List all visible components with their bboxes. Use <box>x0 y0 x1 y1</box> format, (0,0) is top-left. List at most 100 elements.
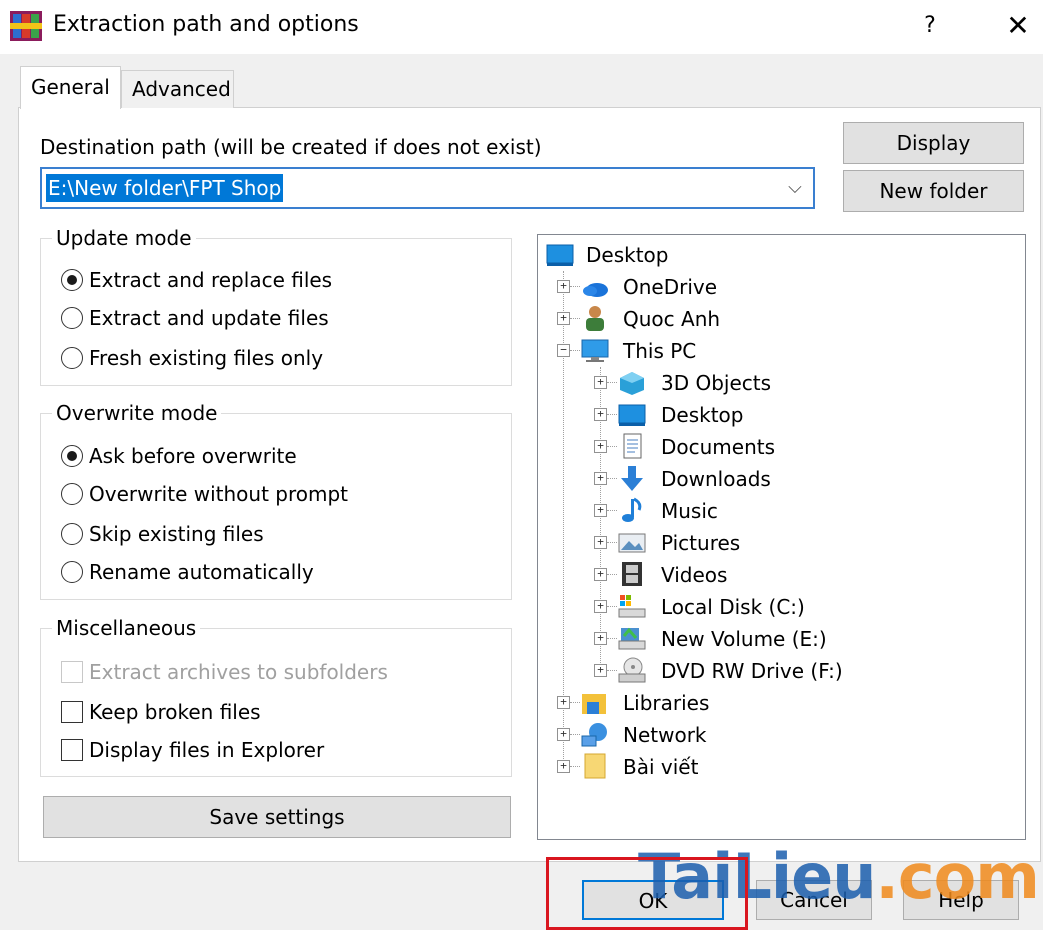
radio-button-icon[interactable] <box>61 346 83 369</box>
tree-item-label: Documents <box>661 435 776 459</box>
network-icon <box>581 723 607 747</box>
radio-button-icon[interactable] <box>61 522 83 545</box>
radio-label: Extract and update files <box>89 306 329 330</box>
radio-overwrite-without-prompt[interactable]: Overwrite without prompt <box>61 479 348 509</box>
expand-icon[interactable]: + <box>594 408 607 421</box>
destination-path-label: Destination path (will be created if doe… <box>40 135 542 159</box>
save-settings-button[interactable]: Save settings <box>43 796 511 838</box>
expand-icon[interactable]: + <box>557 760 570 773</box>
radio-extract-update[interactable]: Extract and update files <box>61 303 329 333</box>
tree-item-documents[interactable]: + Documents <box>594 432 894 462</box>
desktop-icon <box>546 244 574 266</box>
tree-item-label: Desktop <box>661 403 744 427</box>
tree-item-local-disk-c[interactable]: + Local Disk (C:) <box>594 592 914 622</box>
checkbox-display-in-explorer[interactable]: Display files in Explorer <box>61 735 324 765</box>
checkbox-extract-subfolders: Extract archives to subfolders <box>61 657 388 687</box>
download-icon <box>621 466 643 491</box>
tab-general[interactable]: General <box>20 66 121 109</box>
tree-item-label: New Volume (E:) <box>661 627 827 651</box>
tree-item-label: Videos <box>661 563 728 587</box>
tree-item-label: This PC <box>623 339 697 363</box>
expand-icon[interactable]: + <box>594 504 607 517</box>
expand-icon[interactable]: + <box>594 440 607 453</box>
radio-button-icon[interactable] <box>61 306 83 329</box>
expand-icon[interactable]: + <box>594 568 607 581</box>
radio-fresh-existing[interactable]: Fresh existing files only <box>61 343 323 373</box>
radio-ask-before-overwrite[interactable]: Ask before overwrite <box>61 441 297 471</box>
overwrite-mode-title: Overwrite mode <box>52 401 222 425</box>
checkbox-icon[interactable] <box>61 700 83 723</box>
expand-icon[interactable]: + <box>594 664 607 677</box>
expand-icon[interactable]: + <box>557 280 570 293</box>
cloud-icon <box>583 283 608 297</box>
close-button[interactable]: ✕ <box>1000 8 1036 44</box>
winrar-app-icon <box>10 11 42 41</box>
destination-path-combobox[interactable]: E:\New folder\FPT Shop ⌵ <box>40 167 815 209</box>
tree-item-onedrive[interactable]: + OneDrive <box>557 272 857 302</box>
radio-button-icon[interactable] <box>61 444 83 467</box>
cube-icon <box>620 372 644 395</box>
expand-icon[interactable]: + <box>594 600 607 613</box>
expand-icon[interactable]: + <box>594 472 607 485</box>
checkbox-label: Display files in Explorer <box>89 738 325 762</box>
radio-skip-existing[interactable]: Skip existing files <box>61 519 264 549</box>
document-icon <box>623 433 642 459</box>
desktop-icon <box>618 404 646 426</box>
expand-icon[interactable]: + <box>594 376 607 389</box>
radio-button-icon[interactable] <box>61 482 83 505</box>
radio-button-icon[interactable] <box>61 560 83 583</box>
checkbox-label: Extract archives to subfolders <box>89 660 388 684</box>
drive-icon <box>618 627 646 650</box>
highlight-annotation-box <box>546 857 748 930</box>
tree-item-bai-viet[interactable]: + Bài viết <box>557 752 857 782</box>
tree-item-music[interactable]: + Music <box>594 496 894 526</box>
tree-item-label: 3D Objects <box>661 371 772 395</box>
tree-item-label: Music <box>661 499 718 523</box>
tree-item-label: DVD RW Drive (F:) <box>661 659 843 683</box>
collapse-icon[interactable]: − <box>557 344 570 357</box>
tree-item-label: Network <box>623 723 707 747</box>
pictures-icon <box>618 533 646 553</box>
radio-label: Ask before overwrite <box>89 444 297 468</box>
chevron-down-icon[interactable]: ⌵ <box>783 175 807 201</box>
tree-item-pictures[interactable]: + Pictures <box>594 528 894 558</box>
radio-label: Overwrite without prompt <box>89 482 349 506</box>
tree-item-3d-objects[interactable]: + 3D Objects <box>594 368 894 398</box>
tree-item-desktop-root[interactable]: Desktop <box>546 240 846 270</box>
tree-item-this-pc[interactable]: − This PC <box>557 336 857 366</box>
tree-item-new-volume-e[interactable]: + New Volume (E:) <box>594 624 914 654</box>
window-title: Extraction path and options <box>53 12 359 37</box>
folder-tree[interactable]: Desktop + OneDrive + Quoc Anh − This PC … <box>537 234 1026 840</box>
expand-icon[interactable]: + <box>557 696 570 709</box>
destination-path-value[interactable]: E:\New folder\FPT Shop <box>46 174 284 202</box>
tree-item-desktop[interactable]: + Desktop <box>594 400 894 430</box>
music-icon <box>622 497 642 522</box>
tree-item-label: Downloads <box>661 467 771 491</box>
display-button[interactable]: Display <box>843 122 1024 164</box>
tree-item-videos[interactable]: + Videos <box>594 560 894 590</box>
radio-rename-automatically[interactable]: Rename automatically <box>61 557 314 587</box>
tree-item-label: Quoc Anh <box>623 307 721 331</box>
tree-item-libraries[interactable]: + Libraries <box>557 688 857 718</box>
new-folder-button[interactable]: New folder <box>843 170 1024 212</box>
checkbox-icon[interactable] <box>61 738 83 761</box>
dvd-icon <box>618 657 646 683</box>
tree-item-dvd-drive-f[interactable]: + DVD RW Drive (F:) <box>594 656 914 686</box>
tree-item-network[interactable]: + Network <box>557 720 857 750</box>
film-icon <box>622 562 642 586</box>
expand-icon[interactable]: + <box>594 632 607 645</box>
tree-item-downloads[interactable]: + Downloads <box>594 464 894 494</box>
tree-item-label: Desktop <box>586 243 669 267</box>
radio-extract-replace[interactable]: Extract and replace files <box>61 265 332 295</box>
expand-icon[interactable]: + <box>557 728 570 741</box>
expand-icon[interactable]: + <box>557 312 570 325</box>
help-title-button[interactable]: ? <box>916 10 944 42</box>
checkbox-keep-broken-files[interactable]: Keep broken files <box>61 697 261 727</box>
expand-icon[interactable]: + <box>594 536 607 549</box>
tree-item-quoc-anh[interactable]: + Quoc Anh <box>557 304 857 334</box>
radio-button-icon[interactable] <box>61 268 83 291</box>
tab-advanced[interactable]: Advanced <box>121 70 234 108</box>
radio-label: Skip existing files <box>89 522 264 546</box>
drive-icon <box>618 595 646 618</box>
radio-label: Extract and replace files <box>89 268 333 292</box>
